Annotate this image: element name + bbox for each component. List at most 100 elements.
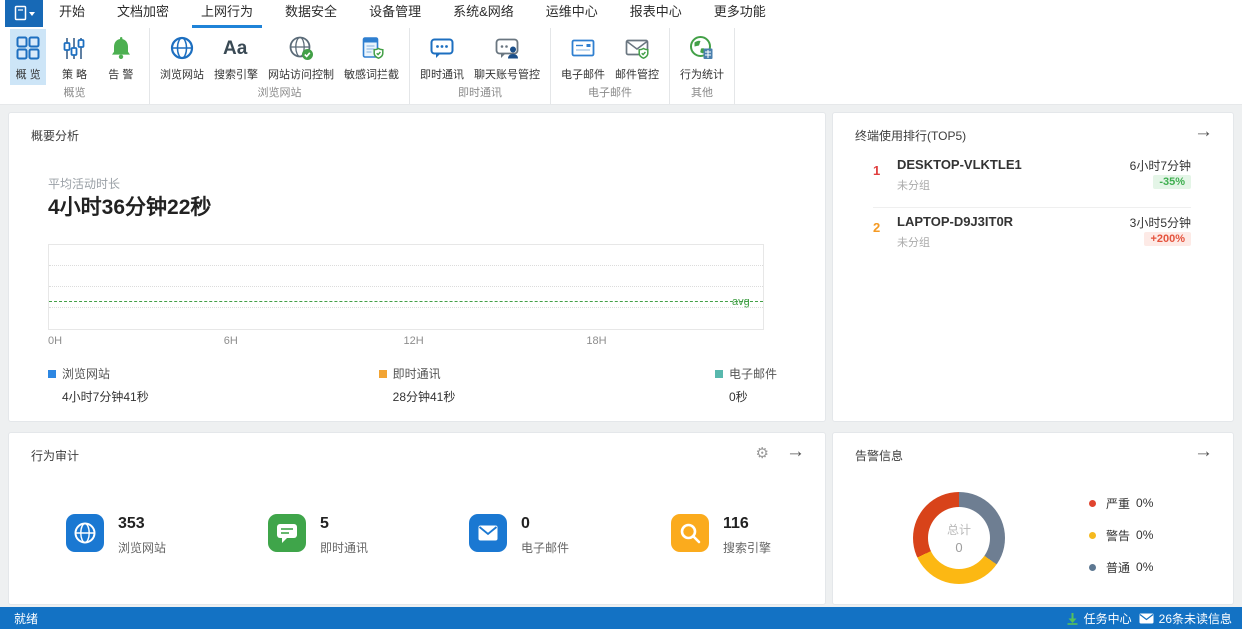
legend-percent: 0% [1136, 496, 1154, 510]
ribbon-item-label: 邮件管控 [615, 69, 659, 81]
task-center-label: 任务中心 [1083, 611, 1132, 626]
ribbon-item-behavior-stats[interactable]: 行为统计 [675, 29, 729, 85]
status-ready: 就绪 [14, 611, 39, 626]
alarm-legend-normal: 普通 0% [1089, 559, 1153, 575]
font-aa-icon: Aa [221, 33, 251, 63]
ribbon-item-alert[interactable]: 告 警 [103, 29, 139, 85]
app-menu-button[interactable] [5, 0, 43, 27]
menu-tab-data-security[interactable]: 数据安全 [276, 0, 346, 28]
menu-tab-start[interactable]: 开始 [50, 0, 94, 28]
stat-browse-web[interactable]: 353 浏览网站 [66, 514, 236, 555]
svg-text:Aa: Aa [223, 38, 248, 59]
avg-activity-label: 平均活动时长 [48, 177, 121, 191]
task-center-button[interactable]: 任务中心 [1066, 610, 1132, 627]
ribbon-item-search-engine[interactable]: Aa 搜索引擎 [209, 29, 263, 85]
menu-tab-system-network[interactable]: 系统&网络 [444, 0, 523, 28]
activity-chart-legend: 浏览网站 4小时7分钟41秒 即时通讯 28分钟41秒 电子邮件 0秒 [17, 365, 817, 405]
alarm-legend-critical: 严重 0% [1089, 495, 1153, 511]
ribbon-item-overview[interactable]: 概 览 [10, 29, 47, 85]
legend-label: 浏览网站 [62, 367, 111, 381]
stat-search[interactable]: 116 搜索引擎 [671, 514, 841, 555]
ribbon-item-chat-account-control[interactable]: 聊天账号管控 [469, 29, 545, 85]
stat-im[interactable]: 5 即时通讯 [268, 514, 438, 555]
ribbon-item-email[interactable]: 电子邮件 [556, 29, 610, 85]
terminal-duration: 6小时7分钟 [1129, 159, 1191, 173]
ribbon-item-label: 搜索引擎 [214, 69, 258, 81]
arrow-right-icon[interactable]: → [1194, 441, 1213, 463]
chat-user-icon [494, 33, 520, 63]
behavior-audit-panel: 行为审计 ⚙ → 353 浏览网站 5 即时通讯 0 电子邮件 116 搜索引擎 [8, 432, 826, 605]
legend-dot [1089, 531, 1096, 539]
ribbon-item-label: 即时通讯 [420, 69, 464, 81]
ranking-row[interactable]: 2 LAPTOP-D9J3IT0R 未分组 3小时5分钟 +200% [873, 212, 1191, 260]
legend-item-browse: 浏览网站 4小时7分钟41秒 [17, 365, 284, 405]
arrow-right-icon[interactable]: → [1194, 121, 1213, 143]
legend-label: 普通 [1106, 560, 1131, 575]
legend-swatch [48, 369, 56, 378]
menu-tab-report-center[interactable]: 报表中心 [621, 0, 691, 28]
ribbon-group-email: 电子邮件 邮件管控 电子邮件 [551, 28, 670, 104]
ribbon-group-overview: 概 览 策 略 告 警 概览 [0, 28, 150, 104]
ribbon: 概 览 策 略 告 警 概览 浏览网站 Aa 搜索引擎 网站访问控制 敏感词拦截… [0, 28, 1242, 105]
chat-icon [429, 33, 455, 63]
ribbon-group-label: 电子邮件 [588, 87, 632, 99]
ribbon-item-web-access-control[interactable]: 网站访问控制 [263, 29, 339, 85]
stat-email[interactable]: 0 电子邮件 [469, 514, 639, 555]
gridline [49, 307, 763, 308]
arrow-right-icon[interactable]: → [786, 441, 805, 463]
gear-icon[interactable]: ⚙ [756, 445, 769, 463]
menu-tab-internet-behavior[interactable]: 上网行为 [192, 0, 263, 28]
ribbon-item-label: 策 略 [61, 69, 88, 81]
unread-messages-button[interactable]: 26条未读信息 [1139, 610, 1232, 627]
audit-stats: 353 浏览网站 5 即时通讯 0 电子邮件 116 搜索引擎 [9, 514, 825, 574]
alarm-legend-warning: 警告 0% [1089, 527, 1153, 543]
content-area: 概要分析 平均活动时长 4小时36分钟22秒 avg 0H 6H 12H 18H 浏览… [0, 105, 1242, 607]
status-bar: 就绪 任务中心 26条未读信息 [0, 607, 1242, 629]
ribbon-item-label: 告 警 [108, 69, 134, 81]
ribbon-item-browse-web[interactable]: 浏览网站 [155, 29, 209, 85]
legend-label: 严重 [1106, 496, 1131, 511]
avg-line [49, 301, 763, 303]
rank-number: 1 [873, 163, 881, 178]
legend-percent: 0% [1136, 560, 1154, 574]
divider [873, 207, 1191, 208]
stat-label: 浏览网站 [118, 541, 167, 555]
mail-icon [469, 514, 507, 552]
search-icon [671, 514, 709, 552]
terminal-name: LAPTOP-D9J3IT0R [897, 214, 1014, 229]
chat-icon [268, 514, 306, 552]
gridline [49, 286, 763, 287]
ribbon-item-label: 网站访问控制 [268, 69, 334, 81]
alarm-info-panel: 告警信息 → 总计 0 严重 0% 警告 0% 普通 0% [832, 432, 1234, 605]
menu-tab-more[interactable]: 更多功能 [705, 0, 775, 28]
ribbon-group-web: 浏览网站 Aa 搜索引擎 网站访问控制 敏感词拦截 浏览网站 [150, 28, 410, 104]
x-tick-label: 18H [586, 335, 607, 347]
ribbon-group-other: 行为统计 其他 [670, 28, 735, 104]
panel-title: 行为审计 [31, 449, 80, 463]
stat-label: 电子邮件 [521, 541, 570, 555]
legend-label: 警告 [1106, 528, 1131, 543]
ribbon-item-mail-control[interactable]: 邮件管控 [610, 29, 664, 85]
x-tick-label: 0H [48, 335, 63, 347]
ribbon-item-label: 概 览 [15, 69, 41, 81]
menu-tab-doc-encrypt[interactable]: 文档加密 [108, 0, 178, 28]
ribbon-item-policy[interactable]: 策 略 [56, 29, 92, 85]
globe-stats-icon [689, 33, 715, 63]
menu-tab-ops-center[interactable]: 运维中心 [537, 0, 607, 28]
ribbon-item-label: 电子邮件 [561, 69, 605, 81]
ribbon-group-label: 其他 [691, 87, 713, 99]
x-tick-label: 12H [403, 335, 424, 347]
ribbon-item-label: 行为统计 [680, 69, 724, 81]
ribbon-item-sensitive-word-block[interactable]: 敏感词拦截 [339, 29, 404, 85]
menu-tab-device-mgmt[interactable]: 设备管理 [360, 0, 430, 28]
summary-panel: 概要分析 平均活动时长 4小时36分钟22秒 avg 0H 6H 12H 18H 浏览… [8, 112, 826, 422]
grid-icon [15, 33, 41, 63]
ribbon-item-im[interactable]: 即时通讯 [415, 29, 469, 85]
change-badge: +200% [1144, 232, 1191, 246]
stat-value: 353 [118, 515, 145, 532]
ranking-row[interactable]: 1 DESKTOP-VLKTLE1 未分组 6小时7分钟 -35% [873, 155, 1191, 203]
bell-icon [108, 33, 134, 63]
mail-shield-icon [624, 33, 650, 63]
legend-dot [1089, 563, 1096, 571]
legend-value: 28分钟41秒 [392, 390, 456, 404]
